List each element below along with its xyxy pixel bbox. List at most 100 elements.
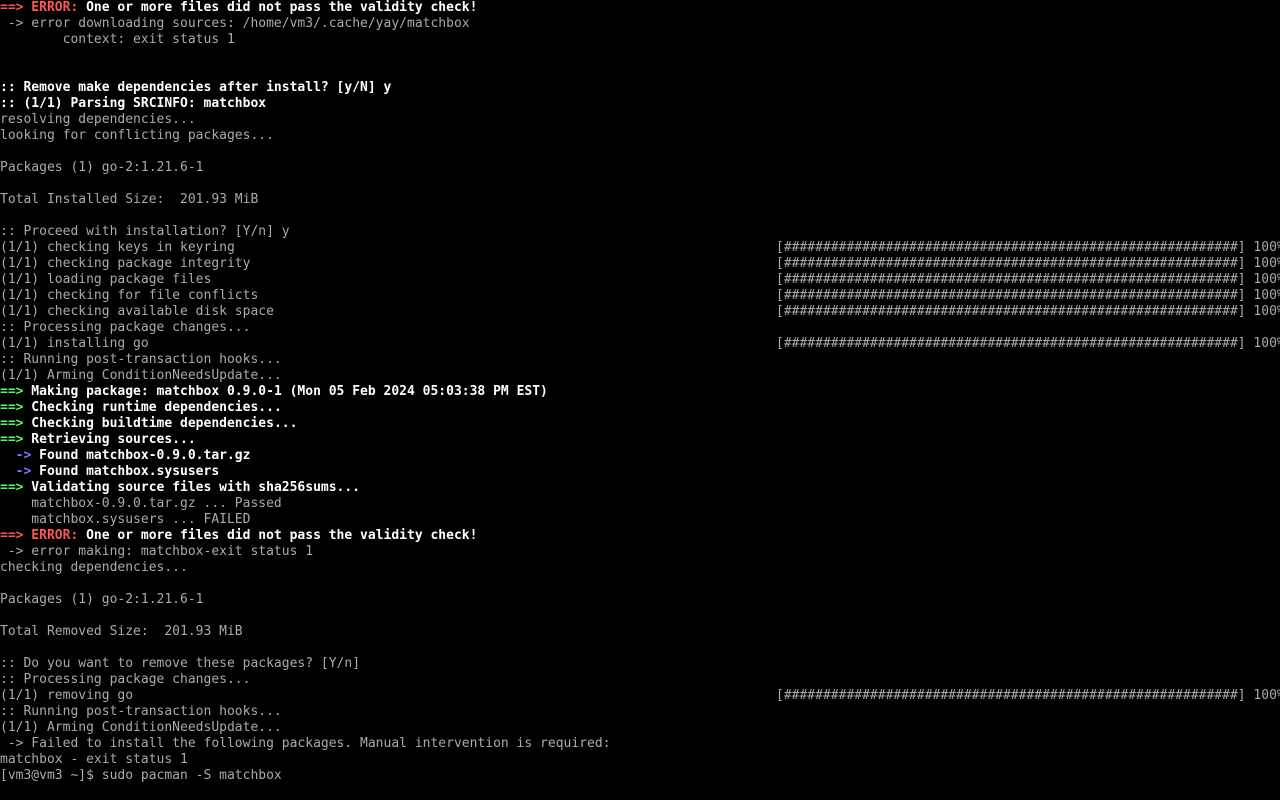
terminal-text: Total Installed Size: 201.93 MiB	[0, 192, 259, 207]
terminal-text: (1/1) removing go	[0, 688, 134, 703]
terminal-text: resolving dependencies...	[0, 112, 196, 127]
terminal-line: checking dependencies...	[0, 560, 188, 576]
terminal-window[interactable]: ==> ERROR: One or more files did not pas…	[0, 0, 1280, 800]
terminal-line: Total Installed Size: 201.93 MiB	[0, 192, 258, 208]
terminal-line: -> error downloading sources: /home/vm3/…	[0, 16, 470, 32]
progress-bar: [#######################################…	[776, 304, 1280, 319]
terminal-text: Checking buildtime dependencies...	[23, 416, 298, 431]
terminal-line: ==> Retrieving sources...	[0, 432, 196, 448]
terminal-text: ==>	[0, 480, 24, 495]
terminal-line: :: Running post-transaction hooks...	[0, 704, 282, 720]
terminal-text: One or more files did not pass the valid…	[78, 528, 478, 543]
terminal-text: ==>	[0, 432, 24, 447]
terminal-line: (1/1) installing go	[0, 336, 149, 352]
terminal-line: -> Found matchbox-0.9.0.tar.gz	[0, 448, 251, 464]
terminal-text: :: Processing package changes...	[0, 672, 251, 687]
progress-bar: [#######################################…	[776, 272, 1280, 287]
terminal-text: (1/1) checking package integrity	[0, 256, 251, 271]
terminal-text: Packages (1) go-2:1.21.6-1	[0, 592, 204, 607]
terminal-text: Packages (1) go-2:1.21.6-1	[0, 160, 204, 175]
terminal-line: Total Removed Size: 201.93 MiB	[0, 624, 243, 640]
terminal-text: Checking runtime dependencies...	[23, 400, 282, 415]
progress-bar: [#######################################…	[776, 336, 1280, 351]
terminal-line: (1/1) checking keys in keyring	[0, 240, 235, 256]
terminal-text: ==>	[0, 400, 24, 415]
terminal-line: context: exit status 1	[0, 32, 235, 48]
terminal-text: matchbox-0.9.0.tar.gz ... Passed	[0, 496, 282, 511]
shell-prompt-line: [vm3@vm3 ~]$ sudo pacman -S matchbox	[0, 768, 282, 784]
terminal-line: ==> Making package: matchbox 0.9.0-1 (Mo…	[0, 384, 548, 400]
terminal-line: :: Processing package changes...	[0, 320, 250, 336]
terminal-text: ==>	[0, 384, 24, 399]
terminal-text: (1/1) checking keys in keyring	[0, 240, 235, 255]
progress-bar: [#######################################…	[776, 288, 1280, 303]
terminal-text: context: exit status 1	[0, 32, 235, 47]
terminal-line: (1/1) Arming ConditionNeedsUpdate...	[0, 368, 282, 384]
terminal-text: :: Remove make dependencies after instal…	[0, 80, 392, 95]
terminal-text: Found matchbox-0.9.0.tar.gz	[31, 448, 251, 463]
terminal-line: :: (1/1) Parsing SRCINFO: matchbox	[0, 96, 266, 112]
terminal-line: ==> Checking runtime dependencies...	[0, 400, 282, 416]
terminal-text: Total Removed Size: 201.93 MiB	[0, 624, 243, 639]
terminal-line: (1/1) checking for file conflicts	[0, 288, 258, 304]
terminal-text: checking dependencies...	[0, 560, 188, 575]
terminal-text: [vm3@vm3 ~]$ sudo pacman -S matchbox	[0, 768, 282, 783]
terminal-text: -> Failed to install the following packa…	[0, 736, 611, 751]
terminal-text: ERROR:	[23, 528, 79, 543]
terminal-line: (1/1) checking package integrity	[0, 256, 250, 272]
terminal-text: ==>	[0, 528, 24, 543]
terminal-line: -> error making: matchbox-exit status 1	[0, 544, 313, 560]
terminal-text: -> error downloading sources: /home/vm3/…	[0, 16, 470, 31]
terminal-text: ERROR:	[23, 0, 79, 15]
terminal-line: (1/1) loading package files	[0, 272, 211, 288]
terminal-line: ==> Validating source files with sha256s…	[0, 480, 360, 496]
terminal-line: (1/1) checking available disk space	[0, 304, 274, 320]
terminal-text: matchbox - exit status 1	[0, 752, 188, 767]
terminal-text: ==>	[0, 0, 24, 15]
terminal-line: (1/1) Arming ConditionNeedsUpdate...	[0, 720, 282, 736]
progress-bar: [#######################################…	[776, 256, 1280, 271]
terminal-line: :: Proceed with installation? [Y/n] y	[0, 224, 290, 240]
terminal-line: matchbox.sysusers ... FAILED	[0, 512, 250, 528]
terminal-line: ==> ERROR: One or more files did not pas…	[0, 0, 477, 16]
terminal-text: Validating source files with sha256sums.…	[23, 480, 361, 495]
terminal-text: ->	[0, 464, 32, 479]
terminal-text: :: Running post-transaction hooks...	[0, 704, 282, 719]
terminal-text: Retrieving sources...	[23, 432, 196, 447]
terminal-text: :: Proceed with installation? [Y/n] y	[0, 224, 290, 239]
terminal-text: ==>	[0, 416, 24, 431]
progress-bar: [#######################################…	[776, 688, 1280, 703]
terminal-line: resolving dependencies...	[0, 112, 196, 128]
terminal-line: matchbox - exit status 1	[0, 752, 188, 768]
terminal-text: (1/1) Arming ConditionNeedsUpdate...	[0, 368, 282, 383]
terminal-text: (1/1) Arming ConditionNeedsUpdate...	[0, 720, 282, 735]
terminal-line: :: Remove make dependencies after instal…	[0, 80, 391, 96]
terminal-line: Packages (1) go-2:1.21.6-1	[0, 160, 204, 176]
terminal-line: -> Found matchbox.sysusers	[0, 464, 220, 480]
terminal-text: -> error making: matchbox-exit status 1	[0, 544, 314, 559]
terminal-text: Found matchbox.sysusers	[31, 464, 220, 479]
terminal-text: One or more files did not pass the valid…	[78, 0, 478, 15]
terminal-text: ::	[0, 96, 24, 111]
terminal-text: :: Do you want to remove these packages?…	[0, 656, 361, 671]
terminal-text: :: Running post-transaction hooks...	[0, 352, 282, 367]
terminal-line: :: Do you want to remove these packages?…	[0, 656, 360, 672]
terminal-text: ->	[0, 448, 32, 463]
terminal-line: -> Failed to install the following packa…	[0, 736, 611, 752]
terminal-text: (1/1) checking for file conflicts	[0, 288, 259, 303]
terminal-text: (1/1) Parsing SRCINFO: matchbox	[23, 96, 267, 111]
terminal-line: ==> Checking buildtime dependencies...	[0, 416, 297, 432]
terminal-line: matchbox-0.9.0.tar.gz ... Passed	[0, 496, 282, 512]
terminal-line: :: Processing package changes...	[0, 672, 250, 688]
terminal-text: (1/1) installing go	[0, 336, 149, 351]
terminal-text: matchbox.sysusers ... FAILED	[0, 512, 251, 527]
terminal-line: looking for conflicting packages...	[0, 128, 274, 144]
terminal-text: looking for conflicting packages...	[0, 128, 274, 143]
terminal-line: :: Running post-transaction hooks...	[0, 352, 282, 368]
terminal-text: (1/1) loading package files	[0, 272, 212, 287]
terminal-text: (1/1) checking available disk space	[0, 304, 274, 319]
terminal-line: ==> ERROR: One or more files did not pas…	[0, 528, 477, 544]
progress-bar: [#######################################…	[776, 240, 1280, 255]
terminal-line: Packages (1) go-2:1.21.6-1	[0, 592, 204, 608]
terminal-line: (1/1) removing go	[0, 688, 133, 704]
